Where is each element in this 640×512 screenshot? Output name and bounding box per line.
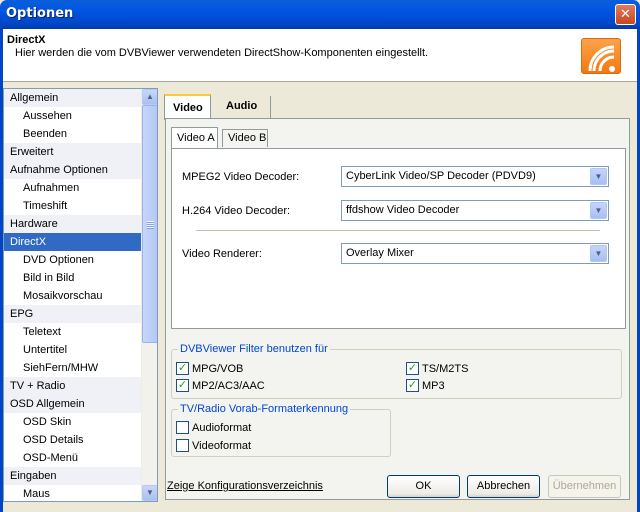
video-tab-panel: Video A Video B MPEG2 Video Decoder: Cyb… xyxy=(165,118,630,500)
dvbviewer-filter-group: DVBViewer Filter benutzen für ✓ MPG/VOB ✓… xyxy=(171,343,622,399)
checkbox-box xyxy=(176,421,189,434)
nav-item-beenden[interactable]: Beenden xyxy=(4,125,142,143)
mpeg2-decoder-value: CyberLink Video/SP Decoder (PDVD9) xyxy=(346,170,536,182)
h264-decoder-label: H.264 Video Decoder: xyxy=(182,205,291,217)
scroll-thumb[interactable] xyxy=(142,105,157,343)
category-list-scrollbar[interactable]: ▲ ▼ xyxy=(141,89,157,501)
apply-button[interactable]: Übernehmen xyxy=(548,475,621,498)
nav-item-tv-radio[interactable]: TV + Radio xyxy=(4,377,142,395)
mp2-ac3-aac-label: MP2/AC3/AAC xyxy=(192,380,265,392)
nav-item-bild-in-bild[interactable]: Bild in Bild xyxy=(4,269,142,287)
chevron-down-icon[interactable]: ▼ xyxy=(590,168,607,185)
chevron-down-icon[interactable]: ▼ xyxy=(590,202,607,219)
window-title: Optionen xyxy=(6,6,74,21)
chevron-down-icon[interactable]: ▼ xyxy=(590,245,607,262)
scroll-up-icon[interactable]: ▲ xyxy=(142,89,157,105)
ok-button[interactable]: OK xyxy=(387,475,460,498)
nav-item-dvd-optionen[interactable]: DVD Optionen xyxy=(4,251,142,269)
settings-content: Video Audio Video A Video B MPEG2 Video … xyxy=(160,88,634,502)
audioformat-label: Audioformat xyxy=(192,422,252,434)
mpeg2-decoder-select[interactable]: CyberLink Video/SP Decoder (PDVD9) ▼ xyxy=(341,166,609,187)
nav-item-osd-details[interactable]: OSD Details xyxy=(4,431,142,449)
nav-item-directx[interactable]: DirectX xyxy=(4,233,142,251)
audioformat-checkbox[interactable]: Audioformat xyxy=(176,421,251,435)
ts-m2ts-label: TS/M2TS xyxy=(422,363,469,375)
category-list-items: Allgemein Aussehen Beenden Erweitert Aufnahm… xyxy=(4,89,142,501)
mpg-vob-label: MPG/VOB xyxy=(192,363,244,375)
tab-video[interactable]: Video xyxy=(164,94,211,120)
page-title: DirectX xyxy=(7,34,46,46)
nav-item-erweitert[interactable]: Erweitert xyxy=(4,143,142,161)
nav-item-aussehen[interactable]: Aussehen xyxy=(4,107,142,125)
check-icon: ✓ xyxy=(406,379,419,392)
mp3-checkbox[interactable]: ✓ MP3 xyxy=(406,379,445,393)
nav-item-aufnahmen[interactable]: Aufnahmen xyxy=(4,179,142,197)
scroll-down-icon[interactable]: ▼ xyxy=(142,485,157,501)
check-icon: ✓ xyxy=(176,362,189,375)
h264-decoder-value: ffdshow Video Decoder xyxy=(346,204,460,216)
dvbviewer-logo-icon xyxy=(581,38,621,74)
h264-decoder-select[interactable]: ffdshow Video Decoder ▼ xyxy=(341,200,609,221)
show-config-folder-link[interactable]: Zeige Konfigurationsverzeichnis xyxy=(167,480,323,492)
title-bar: Optionen ✕ xyxy=(0,0,640,29)
nav-item-teletext[interactable]: Teletext xyxy=(4,323,142,341)
cancel-button[interactable]: Abbrechen xyxy=(467,475,540,498)
separator xyxy=(196,230,600,232)
video-a-panel: MPEG2 Video Decoder: CyberLink Video/SP … xyxy=(171,148,626,329)
nav-item-osd-men[interactable]: OSD-Menü xyxy=(4,449,142,467)
check-icon: ✓ xyxy=(406,362,419,375)
nav-item-siehfern-mhw[interactable]: SiehFern/MHW xyxy=(4,359,142,377)
nav-item-hardware[interactable]: Hardware xyxy=(4,215,142,233)
video-renderer-value: Overlay Mixer xyxy=(346,247,414,259)
checkbox-box xyxy=(176,439,189,452)
grip-icon xyxy=(147,221,154,229)
mp3-label: MP3 xyxy=(422,380,445,392)
options-category-list[interactable]: Allgemein Aussehen Beenden Erweitert Aufnahm… xyxy=(3,88,158,502)
video-renderer-label: Video Renderer: xyxy=(182,248,262,260)
nav-item-allgemein[interactable]: Allgemein xyxy=(4,89,142,107)
mpg-vob-checkbox[interactable]: ✓ MPG/VOB xyxy=(176,362,243,376)
nav-item-maus[interactable]: Maus xyxy=(4,485,142,501)
filter-group-title: DVBViewer Filter benutzen für xyxy=(178,343,330,355)
nav-item-eingaben[interactable]: Eingaben xyxy=(4,467,142,485)
format-group-title: TV/Radio Vorab-Formaterkennung xyxy=(178,403,351,415)
nav-item-aufnahme-optionen[interactable]: Aufnahme Optionen xyxy=(4,161,142,179)
nav-item-epg[interactable]: EPG xyxy=(4,305,142,323)
mp2-ac3-aac-checkbox[interactable]: ✓ MP2/AC3/AAC xyxy=(176,379,265,393)
videoformat-label: Videoformat xyxy=(192,440,252,452)
nav-item-osd-skin[interactable]: OSD Skin xyxy=(4,413,142,431)
tab-audio[interactable]: Audio xyxy=(218,96,271,118)
nav-item-untertitel[interactable]: Untertitel xyxy=(4,341,142,359)
ts-m2ts-checkbox[interactable]: ✓ TS/M2TS xyxy=(406,362,468,376)
nav-item-osd-allgemein[interactable]: OSD Allgemein xyxy=(4,395,142,413)
mpeg2-decoder-label: MPEG2 Video Decoder: xyxy=(182,171,300,183)
videoformat-checkbox[interactable]: Videoformat xyxy=(176,439,251,453)
video-renderer-select[interactable]: Overlay Mixer ▼ xyxy=(341,243,609,264)
check-icon: ✓ xyxy=(176,379,189,392)
header-panel: DirectX Hier werden die vom DVBViewer ve… xyxy=(3,29,637,82)
format-detection-group: TV/Radio Vorab-Formaterkennung Audioform… xyxy=(171,403,391,457)
nav-item-timeshift[interactable]: Timeshift xyxy=(4,197,142,215)
tab-video-b[interactable]: Video B xyxy=(222,129,268,147)
tab-video-a[interactable]: Video A xyxy=(171,127,218,148)
nav-item-mosaikvorschau[interactable]: Mosaikvorschau xyxy=(4,287,142,305)
page-description: Hier werden die vom DVBViewer verwendete… xyxy=(15,47,429,59)
close-button[interactable]: ✕ xyxy=(615,4,636,25)
